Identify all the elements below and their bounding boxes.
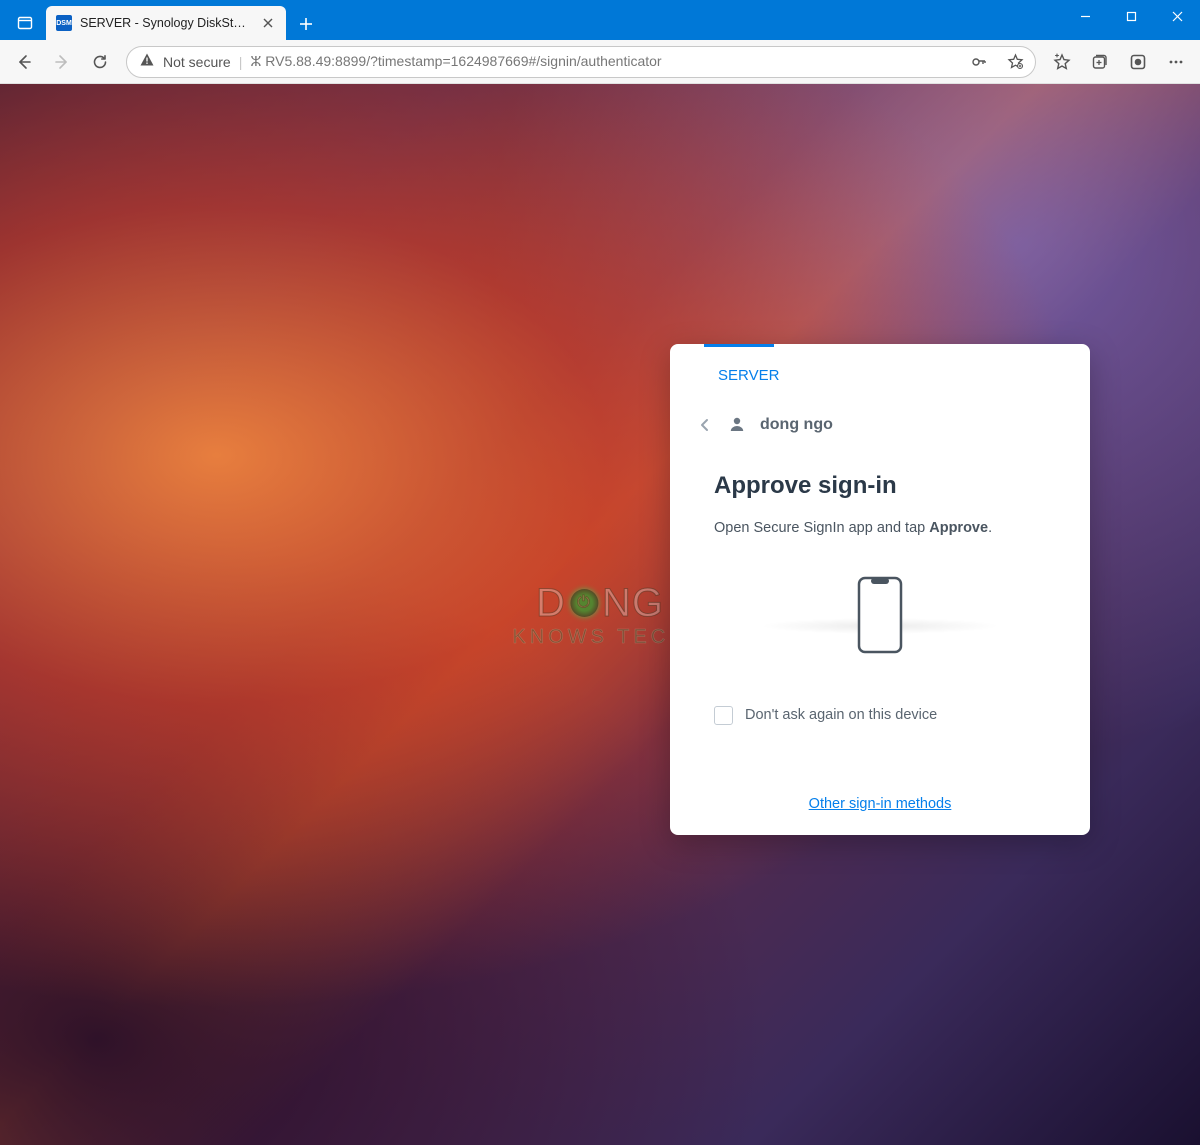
remember-checkbox[interactable]	[714, 706, 733, 725]
browser-toolbar: Not secure | ⵣ RV5.88.49:8899/?timestamp…	[0, 40, 1200, 84]
url-text: ⵣ RV5.88.49:8899/?timestamp=1624987669#/…	[250, 53, 957, 70]
collections-button[interactable]	[1082, 44, 1118, 80]
username-label: dong ngo	[760, 416, 833, 434]
other-signin-methods: Other sign-in methods	[670, 725, 1090, 813]
address-separator: |	[239, 54, 243, 70]
tab-close-icon[interactable]	[258, 13, 278, 33]
card-instruction: Open Secure SignIn app and tap Approve.	[670, 500, 1090, 540]
other-signin-link[interactable]: Other sign-in methods	[809, 796, 952, 812]
remember-device-row[interactable]: Don't ask again on this device	[670, 672, 1090, 725]
browser-tab[interactable]: DSM SERVER - Synology DiskStation	[46, 6, 286, 40]
phone-illustration	[670, 540, 1090, 672]
password-key-icon[interactable]	[965, 53, 993, 70]
back-icon[interactable]	[694, 414, 716, 436]
tab-actions-icon[interactable]	[8, 6, 42, 40]
user-icon	[728, 415, 748, 435]
page-viewport: D ⏻ NG KNOWS TECH SERVER dong ngo Approv…	[0, 84, 1200, 1145]
phone-icon	[857, 576, 903, 654]
nav-back-button[interactable]	[6, 44, 42, 80]
signin-card: SERVER dong ngo Approve sign-in Open Sec…	[670, 344, 1090, 835]
favorites-button[interactable]	[1044, 44, 1080, 80]
power-icon: ⏻	[570, 589, 598, 617]
window-maximize-button[interactable]	[1108, 0, 1154, 32]
nav-forward-button[interactable]	[44, 44, 80, 80]
more-menu-button[interactable]	[1158, 44, 1194, 80]
new-tab-button[interactable]	[290, 8, 322, 40]
remember-label: Don't ask again on this device	[745, 707, 937, 723]
window-close-button[interactable]	[1154, 0, 1200, 32]
window-minimize-button[interactable]	[1062, 0, 1108, 32]
address-bar[interactable]: Not secure | ⵣ RV5.88.49:8899/?timestamp…	[126, 46, 1036, 78]
user-row: dong ngo	[670, 384, 1090, 436]
favorite-star-icon[interactable]	[1001, 53, 1029, 70]
window-controls	[1062, 0, 1200, 40]
extension-icon[interactable]	[1120, 44, 1156, 80]
security-label: Not secure	[163, 54, 231, 70]
nav-refresh-button[interactable]	[82, 44, 118, 80]
tab-strip: DSM SERVER - Synology DiskStation	[0, 0, 1062, 40]
server-name-label: SERVER	[670, 347, 1090, 384]
tab-title: SERVER - Synology DiskStation	[80, 16, 250, 30]
card-title: Approve sign-in	[670, 436, 1090, 500]
watermark: D ⏻ NG KNOWS TECH	[512, 581, 687, 649]
tab-favicon: DSM	[56, 15, 72, 31]
not-secure-icon	[139, 52, 155, 71]
window-titlebar: DSM SERVER - Synology DiskStation	[0, 0, 1200, 40]
